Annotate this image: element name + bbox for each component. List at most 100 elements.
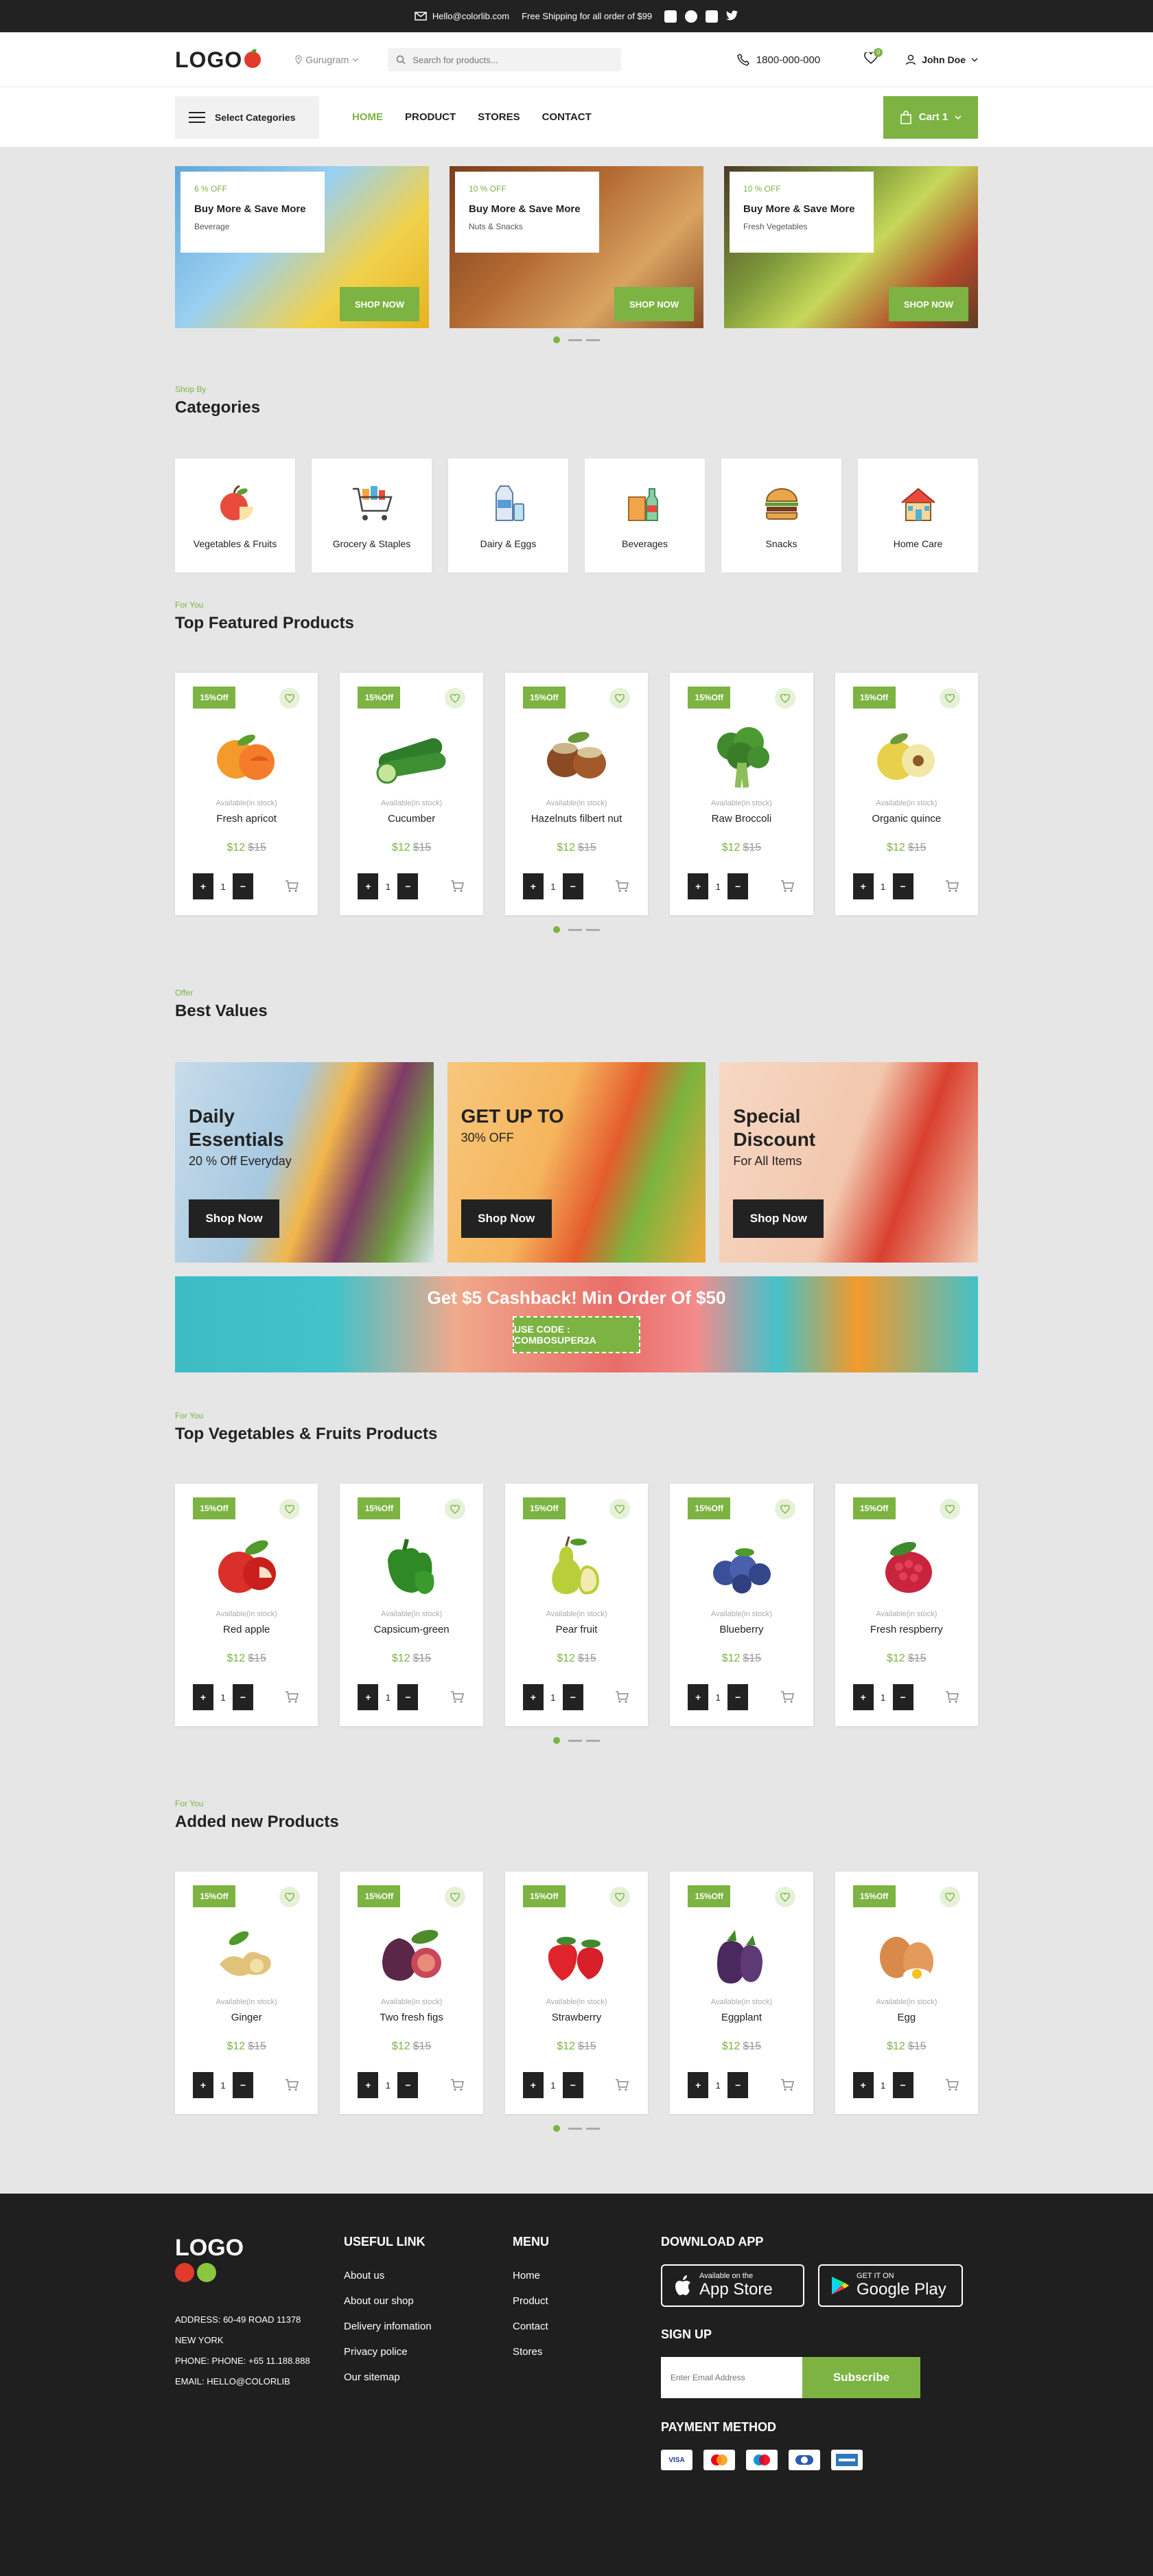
carousel-dot[interactable] <box>586 1739 600 1742</box>
support-phone[interactable]: 1800-000-000 <box>737 54 820 66</box>
promo-shop-now-button[interactable]: SHOP NOW <box>889 287 968 321</box>
wishlist-heart-icon[interactable] <box>774 1499 795 1519</box>
decrease-qty-button[interactable]: − <box>727 1684 749 1710</box>
product-image[interactable] <box>371 1917 453 1992</box>
wishlist-heart-icon[interactable] <box>609 688 631 709</box>
product-image[interactable] <box>371 718 453 794</box>
add-to-cart-icon[interactable] <box>450 880 464 896</box>
decrease-qty-button[interactable]: − <box>562 873 583 899</box>
google-play-button[interactable]: GET IT ON Google Play <box>818 2264 963 2307</box>
promo-shop-now-button[interactable]: SHOP NOW <box>340 287 419 321</box>
carousel-dot[interactable] <box>568 1739 582 1742</box>
decrease-qty-button[interactable]: − <box>892 2072 913 2098</box>
offer-shop-now-button[interactable]: Shop Now <box>461 1199 552 1238</box>
nav-contact[interactable]: CONTACT <box>542 111 592 123</box>
add-to-cart-icon[interactable] <box>615 880 629 896</box>
search-icon[interactable] <box>396 55 406 65</box>
offer-shop-now-button[interactable]: Shop Now <box>733 1199 824 1238</box>
nav-product[interactable]: PRODUCT <box>405 111 456 123</box>
wishlist-heart-icon[interactable] <box>940 1499 961 1519</box>
search-input[interactable] <box>412 54 612 65</box>
offer-card-get-up-to[interactable]: GET UP TO 30% OFF Shop Now <box>447 1062 706 1263</box>
decrease-qty-button[interactable]: − <box>397 873 419 899</box>
add-to-cart-icon[interactable] <box>450 1691 464 1707</box>
product-image[interactable] <box>700 718 782 794</box>
increase-qty-button[interactable]: + <box>522 1684 544 1710</box>
user-menu[interactable]: John Doe <box>905 54 978 65</box>
topbar-email[interactable]: Hello@colorlib.com <box>415 11 509 21</box>
product-card[interactable]: 15%Off Available(in stock) Fresh apricot $1… <box>175 673 318 915</box>
add-to-cart-icon[interactable] <box>615 2079 629 2095</box>
offer-card-special-discount[interactable]: Special Discount For All Items Shop Now <box>719 1062 979 1263</box>
wishlist-button[interactable]: 0 <box>864 47 883 68</box>
product-name[interactable]: Strawberry <box>505 2012 648 2023</box>
product-name[interactable]: Cucumber <box>340 813 482 825</box>
offer-shop-now-button[interactable]: Shop Now <box>189 1199 279 1238</box>
product-name[interactable]: Egg <box>835 2012 978 2023</box>
increase-qty-button[interactable]: + <box>358 2072 379 2098</box>
wishlist-heart-icon[interactable] <box>609 1887 631 1907</box>
wishlist-heart-icon[interactable] <box>774 1887 795 1907</box>
footer-link-product[interactable]: Product <box>513 2295 661 2307</box>
facebook-icon[interactable] <box>664 10 677 23</box>
increase-qty-button[interactable]: + <box>852 2072 874 2098</box>
product-name[interactable]: Capsicum-green <box>340 1624 482 1635</box>
decrease-qty-button[interactable]: − <box>892 873 913 899</box>
carousel-dot-active[interactable] <box>553 1737 560 1744</box>
wishlist-heart-icon[interactable] <box>444 1887 465 1907</box>
promo-shop-now-button[interactable]: SHOP NOW <box>614 287 694 321</box>
app-store-button[interactable]: Available on the App Store <box>661 2264 805 2307</box>
product-card[interactable]: 15%Off Available(in stock) Pear fruit $12 $1… <box>504 1484 649 1726</box>
product-image[interactable] <box>371 1529 453 1605</box>
increase-qty-button[interactable]: + <box>522 2072 544 2098</box>
product-image[interactable] <box>700 1917 782 1992</box>
product-name[interactable]: Red apple <box>175 1624 318 1635</box>
increase-qty-button[interactable]: + <box>688 1684 709 1710</box>
decrease-qty-button[interactable]: − <box>397 1684 419 1710</box>
decrease-qty-button[interactable]: − <box>233 1684 253 1710</box>
add-to-cart-icon[interactable] <box>945 880 959 896</box>
twitter-icon[interactable] <box>726 10 738 21</box>
carousel-dot-active[interactable] <box>553 926 560 933</box>
product-card[interactable]: 15%Off Available(in stock) Egg $12 $15 +1− <box>835 1872 979 2114</box>
add-to-cart-icon[interactable] <box>780 2079 794 2095</box>
category-beverages[interactable]: Beverages <box>585 459 705 573</box>
add-to-cart-icon[interactable] <box>450 2079 464 2095</box>
increase-qty-button[interactable]: + <box>358 1684 379 1710</box>
footer-link-delivery[interactable]: Delivery infomation <box>344 2321 513 2332</box>
product-name[interactable]: Blueberry <box>670 1624 813 1635</box>
product-card[interactable]: 15%Off Available(in stock) Cucumber $12 $15 +… <box>340 673 483 915</box>
site-logo[interactable]: LOGO <box>175 47 261 73</box>
product-image[interactable] <box>700 1529 782 1605</box>
increase-qty-button[interactable]: + <box>193 2072 213 2098</box>
product-image[interactable] <box>865 1917 948 1992</box>
product-name[interactable]: Fresh apricot <box>175 813 318 825</box>
carousel-dot[interactable] <box>568 338 582 341</box>
carousel-dot[interactable] <box>586 928 600 931</box>
product-image[interactable] <box>865 1529 948 1605</box>
increase-qty-button[interactable]: + <box>852 1684 874 1710</box>
category-vegetables-fruits[interactable]: Vegetables & Fruits <box>175 459 295 573</box>
category-grocery-staples[interactable]: Grocery & Staples <box>312 459 432 573</box>
add-to-cart-icon[interactable] <box>285 2079 299 2095</box>
add-to-cart-icon[interactable] <box>285 880 299 896</box>
footer-link-home[interactable]: Home <box>513 2270 661 2281</box>
whatsapp-icon[interactable] <box>685 10 698 23</box>
product-name[interactable]: Raw Broccoli <box>670 813 813 825</box>
add-to-cart-icon[interactable] <box>945 1691 959 1707</box>
product-image[interactable] <box>535 718 618 794</box>
footer-logo[interactable]: LOGO <box>175 2235 344 2262</box>
coupon-code[interactable]: USE CODE : COMBOSUPER2A <box>513 1316 640 1353</box>
newsletter-email-input[interactable] <box>661 2357 802 2398</box>
product-name[interactable]: Hazelnuts filbert nut <box>505 813 648 825</box>
product-card[interactable]: 15%Off Available(in stock) Organic quince $… <box>835 673 979 915</box>
carousel-dot-active[interactable] <box>553 2125 560 2132</box>
wishlist-heart-icon[interactable] <box>609 1499 631 1519</box>
category-snacks[interactable]: Snacks <box>721 459 841 573</box>
wishlist-heart-icon[interactable] <box>444 1499 465 1519</box>
wishlist-heart-icon[interactable] <box>444 688 465 709</box>
decrease-qty-button[interactable]: − <box>892 1684 913 1710</box>
add-to-cart-icon[interactable] <box>780 880 794 896</box>
product-name[interactable]: Fresh respberry <box>835 1624 978 1635</box>
product-name[interactable]: Ginger <box>175 2012 318 2023</box>
